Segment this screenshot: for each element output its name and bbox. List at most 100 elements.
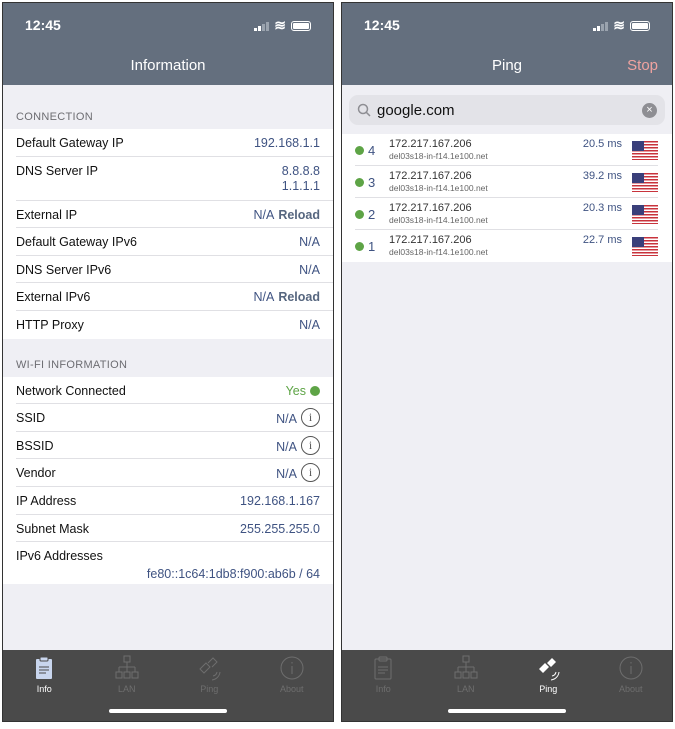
row-value: N/A: [299, 262, 320, 277]
tab-info[interactable]: Info: [342, 650, 425, 721]
row-bssid: BSSID N/A i: [3, 432, 333, 460]
success-status-dot: [355, 209, 364, 219]
row-label: Default Gateway IP: [16, 136, 124, 150]
result-ip: 172.217.167.206: [389, 170, 472, 182]
row-label: IPv6 Addresses: [16, 549, 103, 564]
battery-icon: [291, 20, 311, 31]
tab-about[interactable]: About: [590, 650, 673, 721]
tab-label: LAN: [117, 684, 136, 694]
sequence-number: 1: [368, 238, 376, 254]
ping-result-row[interactable]: 2 172.217.167.206 del03s18-in-f14.1e100.n…: [342, 198, 672, 230]
nav-header: 12:45 ≋ Ping Stop: [342, 3, 672, 85]
row-label: Subnet Mask: [16, 521, 89, 536]
tab-label: About: [279, 684, 304, 694]
tab-label: Ping: [539, 684, 558, 694]
row-http-proxy: HTTP Proxy N/A: [3, 311, 333, 339]
tab-label: Ping: [200, 684, 219, 694]
sequence-number: 3: [368, 174, 376, 190]
row-value: 1.1.1.1: [281, 178, 320, 193]
status-bar: 12:45 ≋: [25, 17, 311, 34]
info-icon: [619, 656, 643, 680]
row-label: SSID: [16, 411, 46, 426]
row-ssid: SSID N/A i: [3, 404, 333, 432]
row-label: HTTP Proxy: [16, 317, 84, 332]
success-status-dot: [355, 241, 364, 251]
info-icon[interactable]: i: [301, 435, 320, 455]
reload-button[interactable]: Reload: [278, 208, 320, 222]
row-external-ip: External IP N/A Reload: [3, 201, 333, 229]
result-ip: 172.217.167.206: [389, 138, 472, 150]
info-icon[interactable]: i: [301, 463, 320, 483]
stop-button[interactable]: Stop: [627, 57, 658, 74]
info-icon[interactable]: i: [301, 408, 320, 428]
ping-results: 4 172.217.167.206 del03s18-in-f14.1e100.n…: [342, 134, 672, 262]
page-title: Ping: [491, 57, 523, 74]
tab-label: Info: [36, 684, 52, 694]
row-value: 192.168.1.167: [240, 493, 320, 508]
sequence-number: 2: [368, 206, 376, 222]
row-dns-server-ip: DNS Server IP 8.8.8.8 1.1.1.1: [3, 157, 333, 201]
ping-result-row[interactable]: 4 172.217.167.206 del03s18-in-f14.1e100.n…: [342, 134, 672, 166]
status-time: 12:45: [364, 17, 400, 33]
result-ip: 172.217.167.206: [389, 202, 472, 214]
network-icon: [454, 655, 478, 679]
section-header-connection: CONNECTION: [16, 111, 93, 123]
result-time: 22.7 ms: [582, 234, 622, 246]
search-icon: [357, 103, 371, 117]
info-screen: 12:45 ≋ Information CONNECTION Default G…: [2, 2, 334, 722]
reload-button[interactable]: Reload: [278, 290, 320, 304]
ping-result-row[interactable]: 1 172.217.167.206 del03s18-in-f14.1e100.n…: [342, 230, 672, 262]
row-value: N/A: [276, 439, 297, 454]
us-flag-icon: [632, 140, 658, 160]
ping-result-row[interactable]: 3 172.217.167.206 del03s18-in-f14.1e100.n…: [342, 166, 672, 198]
row-label: DNS Server IP: [16, 163, 98, 178]
nav-header: 12:45 ≋ Information: [3, 3, 333, 85]
tab-label: Info: [375, 684, 391, 694]
tab-bar: Info LAN Ping About: [3, 650, 333, 721]
row-value: 192.168.1.1: [253, 136, 320, 150]
row-vendor: Vendor N/A i: [3, 459, 333, 487]
tab-about[interactable]: About: [251, 650, 334, 721]
row-label: DNS Server IPv6: [16, 262, 112, 277]
host-input[interactable]: [377, 101, 636, 119]
section-header-wifi: WI-FI INFORMATION: [16, 358, 128, 371]
row-value: Yes: [285, 383, 306, 398]
clipboard-icon: [374, 656, 392, 680]
satellite-icon: [199, 657, 221, 681]
search-bar: ×: [349, 95, 665, 125]
home-indicator: [109, 709, 227, 713]
info-icon: [280, 656, 304, 680]
network-icon: [115, 655, 139, 679]
tab-label: LAN: [456, 684, 475, 694]
wifi-group: Network Connected Yes SSID N/A i BSSID N/A i …: [3, 376, 333, 585]
row-value: 8.8.8.8: [281, 163, 320, 178]
row-label: IP Address: [16, 493, 77, 508]
row-network-connected: Network Connected Yes: [3, 377, 333, 405]
home-indicator: [448, 709, 566, 713]
row-value: N/A: [253, 207, 275, 222]
result-time: 39.2 ms: [582, 170, 622, 182]
result-time: 20.3 ms: [582, 202, 622, 214]
row-label: Network Connected: [16, 383, 126, 398]
row-external-ipv6: External IPv6 N/A Reload: [3, 283, 333, 311]
row-label: Vendor: [16, 466, 56, 481]
wifi-icon: ≋: [613, 17, 625, 33]
status-time: 12:45: [25, 17, 61, 33]
success-status-dot: [355, 177, 364, 187]
us-flag-icon: [632, 204, 658, 224]
wifi-icon: ≋: [274, 17, 286, 33]
row-dns-server-ipv6: DNS Server IPv6 N/A: [3, 256, 333, 284]
row-value: 255.255.255.0: [240, 521, 320, 536]
status-bar: 12:45 ≋: [364, 17, 650, 34]
sequence-number: 4: [368, 142, 376, 158]
satellite-icon: [539, 658, 560, 681]
row-value: N/A: [299, 317, 320, 332]
connected-status-dot: [310, 385, 320, 396]
clear-icon[interactable]: ×: [642, 102, 657, 118]
row-subnet-mask: Subnet Mask 255.255.255.0: [3, 515, 333, 543]
tab-label: About: [618, 684, 643, 694]
tab-info[interactable]: Info: [3, 650, 86, 721]
result-hostname: del03s18-in-f14.1e100.net: [389, 247, 488, 257]
row-label: Default Gateway IPv6: [16, 235, 137, 250]
result-ip: 172.217.167.206: [389, 234, 472, 246]
